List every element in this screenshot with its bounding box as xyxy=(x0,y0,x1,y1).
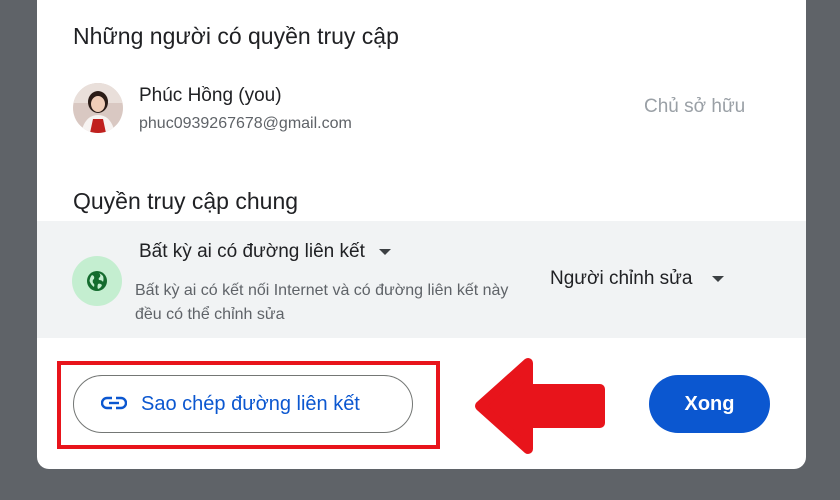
chevron-down-icon xyxy=(378,249,391,255)
link-access-description: Bất kỳ ai có kết nối Internet và có đườn… xyxy=(135,282,509,323)
general-access-title: Quyền truy cập chung xyxy=(73,188,299,214)
user-email: phuc0939267678@gmail.com xyxy=(139,115,352,132)
general-access-row: Bất kỳ ai có đường liên kết Bất kỳ ai có… xyxy=(37,221,806,338)
user-name: Phúc Hồng (you) xyxy=(139,85,282,106)
role-label: Người chỉnh sửa xyxy=(550,268,693,289)
arrow-left-icon xyxy=(472,357,608,460)
done-button[interactable]: Xong xyxy=(649,375,770,433)
highlight-box xyxy=(57,361,440,449)
owner-role-label: Chủ sở hữu xyxy=(644,96,746,117)
link-access-dropdown[interactable]: Bất kỳ ai có đường liên kết xyxy=(139,241,391,263)
role-dropdown[interactable]: Người chỉnh sửa xyxy=(550,268,725,290)
access-section-title: Những người có quyền truy cập xyxy=(73,23,399,49)
avatar xyxy=(73,83,123,133)
chevron-down-icon xyxy=(712,276,725,282)
globe-icon xyxy=(72,256,122,306)
link-type-label: Bất kỳ ai có đường liên kết xyxy=(139,241,365,262)
